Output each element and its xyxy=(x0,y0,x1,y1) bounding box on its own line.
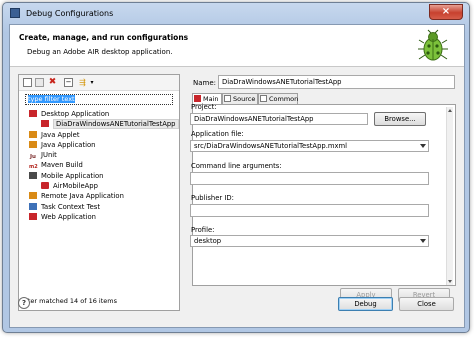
browse-button[interactable]: Browse... xyxy=(374,112,426,126)
command-line-input[interactable] xyxy=(190,172,429,185)
tree-item-label: Maven Build xyxy=(41,161,83,170)
tree-item-label: Desktop Application xyxy=(41,110,110,118)
source-icon xyxy=(224,95,231,102)
project-field-label: Project: xyxy=(191,103,217,111)
tree-item-label: Task Context Test xyxy=(41,202,101,211)
publisher-id-label: Publisher ID: xyxy=(191,194,234,202)
collapse-all-icon[interactable]: − xyxy=(64,78,73,87)
tree-item[interactable]: AirMobileApp xyxy=(25,181,175,191)
publisher-id-input[interactable] xyxy=(190,204,429,217)
tree-item[interactable]: Mobile Application xyxy=(25,171,175,181)
tree-toolbar: ✖ − ⇶ ▾ xyxy=(19,75,179,91)
chevron-down-icon xyxy=(420,239,426,243)
tree-item-label: Java Application xyxy=(41,140,96,149)
name-input[interactable]: DiaDraWindowsANETutorialTestApp xyxy=(218,75,455,89)
tree-item[interactable]: m2 Maven Build xyxy=(25,160,175,170)
tree-item[interactable]: Remote Java Application xyxy=(25,191,175,201)
mobile-icon xyxy=(29,171,37,179)
tree-item[interactable]: Web Application xyxy=(25,212,175,222)
tree-item-label: AirMobileApp xyxy=(53,182,98,191)
delete-config-icon[interactable]: ✖ xyxy=(48,78,57,87)
tree-item-label: Java Applet xyxy=(41,130,80,139)
profile-select[interactable]: desktop xyxy=(190,235,429,247)
application-file-label: Application file: xyxy=(191,130,244,138)
tree-item[interactable]: Task Context Test xyxy=(25,202,175,212)
chevron-down-icon xyxy=(420,144,426,148)
header-subtitle: Debug an Adobe AIR desktop application. xyxy=(27,48,173,56)
duplicate-config-icon[interactable] xyxy=(35,78,44,87)
tree-item-label: Web Application xyxy=(41,212,96,221)
header-title: Create, manage, and run configurations xyxy=(19,33,189,42)
tree-item[interactable]: Java Applet xyxy=(25,130,175,140)
filter-menu-chevron-icon[interactable]: ▾ xyxy=(89,78,95,87)
debug-button[interactable]: Debug xyxy=(338,297,393,311)
tree-item-label: Remote Java Application xyxy=(41,192,124,201)
profile-label: Profile: xyxy=(191,226,215,234)
air-icon xyxy=(41,182,49,190)
common-icon xyxy=(260,95,267,102)
filter-input[interactable]: type filter text xyxy=(25,94,173,105)
application-file-select[interactable]: src/DiaDraWindowsANETutorialTestApp.mxml xyxy=(190,140,429,152)
tree-item[interactable]: Ju JUnit xyxy=(25,150,175,160)
filter-status-text: Filter matched 14 of 16 items xyxy=(21,297,117,305)
name-label: Name: xyxy=(193,79,217,87)
dialog-header: Create, manage, and run configurations D… xyxy=(10,25,464,67)
adobe-icon xyxy=(194,95,201,102)
bug-icon xyxy=(418,29,448,61)
tree-item[interactable]: DiaDraWindowsANETutorialTestApp xyxy=(25,119,179,130)
tree-item[interactable]: Desktop Application xyxy=(25,109,175,119)
tree-item[interactable]: Java Application xyxy=(25,140,175,150)
adobe-icon xyxy=(41,120,49,128)
tree-item-label: Mobile Application xyxy=(41,171,104,180)
new-config-icon[interactable] xyxy=(23,78,32,87)
adobe-icon xyxy=(29,110,37,117)
project-input[interactable]: DiaDraWindowsANETutorialTestApp xyxy=(190,113,368,125)
adobe-icon xyxy=(29,212,37,220)
configuration-tree: Desktop Application DiaDraWindowsANETutor… xyxy=(25,109,179,222)
title-bar[interactable]: Debug Configurations × xyxy=(3,3,469,25)
tree-item-label: DiaDraWindowsANETutorialTestApp xyxy=(53,119,179,130)
help-icon[interactable]: ? xyxy=(18,297,30,309)
window-title: Debug Configurations xyxy=(26,9,114,18)
java-icon xyxy=(29,140,37,148)
java-icon xyxy=(29,130,37,138)
window-close-button[interactable]: × xyxy=(429,4,463,20)
filter-config-icon[interactable]: ⇶ xyxy=(78,78,87,87)
java-icon xyxy=(29,192,37,200)
close-button[interactable]: Close xyxy=(399,297,454,311)
task-icon xyxy=(29,202,37,210)
tree-item-label: JUnit xyxy=(41,151,57,160)
debug-app-icon xyxy=(10,8,20,18)
main-tab-fields: Project: DiaDraWindowsANETutorialTestApp… xyxy=(190,102,454,284)
configuration-tree-pane: ✖ − ⇶ ▾ type filter text Desktop Applica… xyxy=(18,74,180,311)
command-line-label: Command line arguments: xyxy=(191,162,282,170)
